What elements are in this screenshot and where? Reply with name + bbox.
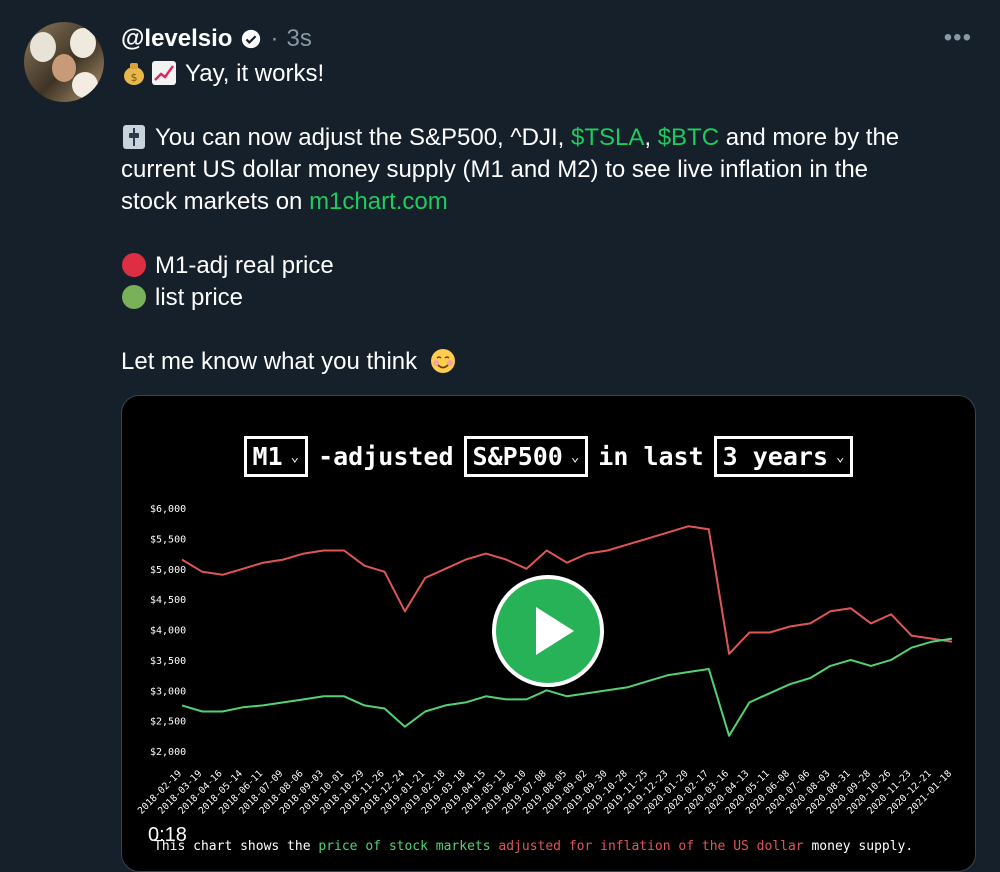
legend-red-label: M1-adj real price [155, 252, 334, 279]
y-tick-label: $4,500 [150, 595, 186, 606]
avatar-dog-right [70, 28, 96, 58]
user-handle[interactable]: @levelsio [121, 25, 232, 53]
tweet-line-2: You can now adjust the S&P500, ^DJI, $TS… [121, 122, 981, 154]
tweet-text: $ Yay, it works! You can now adjust the … [121, 58, 981, 378]
cashtag-tsla[interactable]: $TSLA [571, 124, 644, 151]
green-circle-icon [122, 285, 146, 309]
avatar-person [52, 54, 76, 82]
play-icon [536, 607, 574, 655]
legend-red-line: M1-adj real price [121, 250, 981, 282]
tweet-line-4: stock markets on m1chart.com [121, 186, 981, 218]
tweet-line-3: current US dollar money supply (M1 and M… [121, 156, 869, 183]
link-m1chart[interactable]: m1chart.com [309, 188, 448, 215]
tweet-line-1: $ Yay, it works! [121, 58, 981, 90]
money-bag-icon: $ [124, 63, 144, 85]
y-tick-label: $2,000 [150, 747, 186, 758]
tweet-line-2-pre: You can now adjust the S&P500, ^DJI, [155, 124, 571, 151]
avatar[interactable] [24, 22, 104, 102]
y-tick-label: $2,500 [150, 717, 186, 728]
tweet-line-2-sep: , [644, 124, 658, 151]
y-tick-label: $5,500 [150, 534, 186, 545]
chart-increasing-icon [152, 61, 176, 85]
timestamp[interactable]: 3s [286, 25, 311, 53]
avatar-dog-bottom [72, 72, 98, 98]
y-tick-label: $3,000 [150, 686, 186, 697]
caption-green: price of stock markets [318, 839, 491, 854]
tweet-line-4-pre: stock markets on [121, 188, 310, 215]
tweet-line-1-text: Yay, it works! [185, 60, 325, 87]
y-tick-label: $6,000 [150, 504, 186, 515]
y-tick-label: $5,000 [150, 565, 186, 576]
more-options-icon[interactable]: ••• [944, 24, 972, 52]
tweet-header: @levelsio · 3s [121, 22, 312, 56]
y-tick-label: $3,500 [150, 656, 186, 667]
separator-dot: · [270, 25, 279, 52]
tweet-closing-line: Let me know what you think [121, 346, 981, 378]
cashtag-btc[interactable]: $BTC [658, 124, 719, 151]
video-duration: 0:18 [148, 824, 187, 846]
verified-badge-icon [242, 29, 261, 49]
legend-green-label: list price [155, 284, 244, 311]
svg-text:$: $ [131, 71, 138, 84]
control-knobs-icon [123, 125, 145, 149]
caption-red: adjusted for inflation of the US dollar [498, 839, 804, 854]
red-circle-icon [122, 253, 146, 277]
y-tick-label: $4,000 [150, 626, 186, 637]
avatar-dog-left [30, 32, 56, 62]
video-player[interactable]: M1 ⌄ -adjusted S&P500 ⌄ in last 3 years ⌄ $… [121, 395, 976, 872]
tweet-line-2-post: and more by the [719, 124, 900, 151]
tweet-closing-text: Let me know what you think [121, 348, 418, 375]
smiling-face-icon [430, 349, 455, 373]
play-button[interactable] [492, 575, 604, 687]
legend-green-line: list price [121, 282, 981, 314]
chart-caption: This chart shows the price of stock mark… [154, 839, 913, 854]
caption-post: money supply. [803, 839, 914, 854]
